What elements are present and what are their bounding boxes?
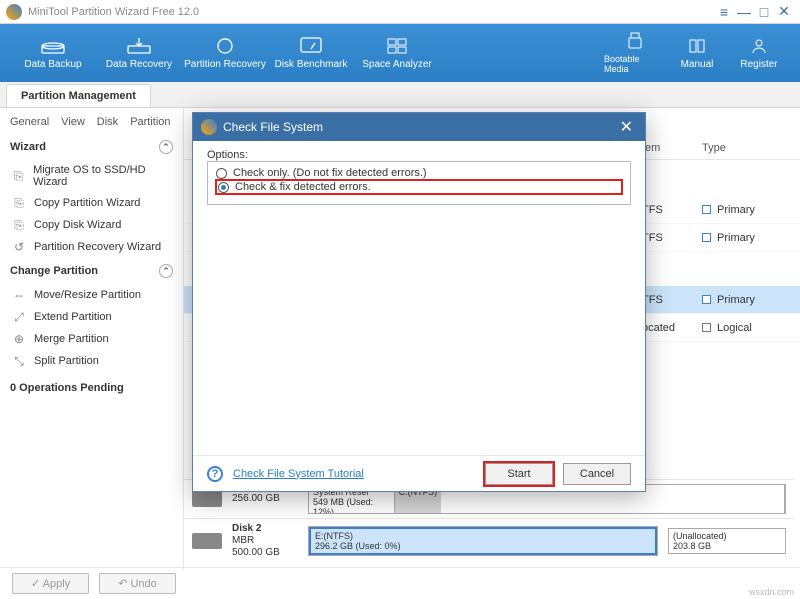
app-logo bbox=[6, 4, 22, 20]
radio-icon bbox=[216, 168, 227, 179]
sidebar-item-merge[interactable]: ⊕ Merge Partition bbox=[0, 328, 183, 350]
drive-download-icon bbox=[127, 37, 151, 55]
subtab-general[interactable]: General bbox=[10, 116, 49, 128]
sidebar-head-change-partition: Change Partition bbox=[10, 265, 98, 277]
data-backup-button[interactable]: Data Backup bbox=[10, 27, 96, 79]
ribbon-label: Register bbox=[740, 59, 777, 70]
tutorial-link[interactable]: Check File System Tutorial bbox=[233, 468, 364, 480]
dialog-logo-icon bbox=[201, 119, 217, 135]
ribbon-label: Disk Benchmark bbox=[275, 59, 348, 70]
ribbon-label: Bootable Media bbox=[604, 54, 666, 74]
copy-icon: ⎘ bbox=[12, 196, 26, 210]
start-button[interactable]: Start bbox=[485, 463, 553, 485]
sidebar-head-wizard: Wizard bbox=[10, 141, 46, 153]
cell-type: Primary bbox=[694, 294, 763, 306]
disk-label: Disk 2 MBR 500.00 GB bbox=[232, 523, 298, 559]
ribbon-label: Partition Recovery bbox=[184, 59, 266, 70]
sidebar-item-copy-partition[interactable]: ⎘ Copy Partition Wizard bbox=[0, 192, 183, 214]
sidebar-item-copy-disk[interactable]: ⎘ Copy Disk Wizard bbox=[0, 214, 183, 236]
window-title: MiniTool Partition Wizard Free 12.0 bbox=[28, 6, 714, 18]
radio-label: Check & fix detected errors. bbox=[235, 181, 371, 193]
disk-refresh-icon bbox=[213, 37, 237, 55]
cancel-button[interactable]: Cancel bbox=[563, 463, 631, 485]
square-icon bbox=[702, 233, 711, 242]
resize-icon: ⇔ bbox=[12, 288, 26, 302]
ribbon-label: Data Backup bbox=[24, 59, 81, 70]
cell-type: Primary bbox=[694, 204, 763, 216]
cell-type: Primary bbox=[694, 232, 763, 244]
apply-button[interactable]: ✓ Apply bbox=[12, 573, 89, 594]
square-icon bbox=[702, 205, 711, 214]
square-icon bbox=[702, 295, 711, 304]
sidebar-item-label: Merge Partition bbox=[34, 333, 109, 345]
sidebar-item-extend[interactable]: ⤢ Extend Partition bbox=[0, 306, 183, 328]
sidebar-item-split[interactable]: ⤡ Split Partition bbox=[0, 350, 183, 372]
subtab-partition[interactable]: Partition bbox=[130, 116, 170, 128]
usb-icon bbox=[623, 32, 647, 50]
subtab-disk[interactable]: Disk bbox=[97, 116, 118, 128]
disk-size: 256.00 GB bbox=[232, 493, 298, 505]
register-button[interactable]: Register bbox=[728, 27, 790, 79]
sidebar-item-label: Move/Resize Partition bbox=[34, 289, 141, 301]
disk-benchmark-button[interactable]: Disk Benchmark bbox=[268, 27, 354, 79]
unallocated-segment[interactable]: (Unallocated)203.8 GB bbox=[668, 528, 786, 554]
options-label: Options: bbox=[207, 149, 631, 161]
ribbon-label: Space Analyzer bbox=[362, 59, 432, 70]
ribbon-label: Data Recovery bbox=[106, 59, 172, 70]
radio-icon bbox=[218, 182, 229, 193]
partition-recovery-button[interactable]: Partition Recovery bbox=[182, 27, 268, 79]
maximize-button[interactable]: □ bbox=[754, 4, 774, 20]
dialog-close-button[interactable]: ✕ bbox=[616, 117, 637, 137]
recovery-icon: ↺ bbox=[12, 240, 26, 254]
radio-check-only[interactable]: Check only. (Do not fix detected errors.… bbox=[216, 166, 622, 180]
partition-segment-selected[interactable]: E:(NTFS)296.2 GB (Used: 0%) bbox=[309, 527, 657, 555]
sidebar-item-label: Copy Partition Wizard bbox=[34, 197, 140, 209]
sidebar-item-label: Migrate OS to SSD/HD Wizard bbox=[33, 164, 173, 188]
disk-icon bbox=[192, 491, 222, 507]
square-icon bbox=[702, 323, 711, 332]
disk-row-2[interactable]: Disk 2 MBR 500.00 GB E:(NTFS)296.2 GB (U… bbox=[184, 518, 794, 563]
menu-icon[interactable]: ≡ bbox=[714, 4, 734, 20]
split-icon: ⤡ bbox=[12, 354, 26, 368]
watermark: wsxdn.com bbox=[749, 587, 794, 597]
sidebar-item-label: Copy Disk Wizard bbox=[34, 219, 121, 231]
tab-partition-management[interactable]: Partition Management bbox=[6, 84, 151, 107]
sidebar-item-label: Split Partition bbox=[34, 355, 99, 367]
undo-button[interactable]: ↶ Undo bbox=[99, 573, 176, 594]
bootable-media-button[interactable]: Bootable Media bbox=[604, 27, 666, 79]
minimize-button[interactable]: — bbox=[734, 4, 754, 20]
cell-type: Logical bbox=[694, 322, 760, 334]
collapse-icon[interactable]: ⌃ bbox=[159, 264, 173, 278]
gauge-icon bbox=[299, 37, 323, 55]
operations-pending: 0 Operations Pending bbox=[0, 372, 183, 404]
column-header-type[interactable]: Type bbox=[694, 142, 734, 154]
drive-refresh-icon bbox=[41, 37, 65, 55]
data-recovery-button[interactable]: Data Recovery bbox=[96, 27, 182, 79]
extend-icon: ⤢ bbox=[12, 310, 26, 324]
collapse-icon[interactable]: ⌃ bbox=[159, 140, 173, 154]
sidebar-item-label: Partition Recovery Wizard bbox=[34, 241, 161, 253]
sidebar-item-move-resize[interactable]: ⇔ Move/Resize Partition bbox=[0, 284, 183, 306]
radio-check-and-fix[interactable]: Check & fix detected errors. bbox=[216, 180, 622, 194]
user-key-icon bbox=[747, 37, 771, 55]
ribbon-label: Manual bbox=[681, 59, 714, 70]
check-file-system-dialog: Check File System ✕ Options: Check only.… bbox=[192, 112, 646, 492]
disk-icon bbox=[192, 533, 222, 549]
manual-button[interactable]: Manual bbox=[666, 27, 728, 79]
merge-icon: ⊕ bbox=[12, 332, 26, 346]
copy-disk-icon: ⎘ bbox=[12, 218, 26, 232]
space-analyzer-button[interactable]: Space Analyzer bbox=[354, 27, 440, 79]
migrate-icon: ⎘ bbox=[12, 169, 25, 183]
grid-icon bbox=[385, 37, 409, 55]
radio-label: Check only. (Do not fix detected errors.… bbox=[233, 167, 427, 179]
help-icon[interactable]: ? bbox=[207, 466, 223, 482]
sidebar-item-label: Extend Partition bbox=[34, 311, 112, 323]
close-button[interactable]: ✕ bbox=[774, 4, 794, 20]
subtab-view[interactable]: View bbox=[61, 116, 85, 128]
dialog-title: Check File System bbox=[223, 120, 616, 134]
book-icon bbox=[685, 37, 709, 55]
sidebar-item-migrate-os[interactable]: ⎘ Migrate OS to SSD/HD Wizard bbox=[0, 160, 183, 192]
sidebar-item-partition-recovery[interactable]: ↺ Partition Recovery Wizard bbox=[0, 236, 183, 258]
